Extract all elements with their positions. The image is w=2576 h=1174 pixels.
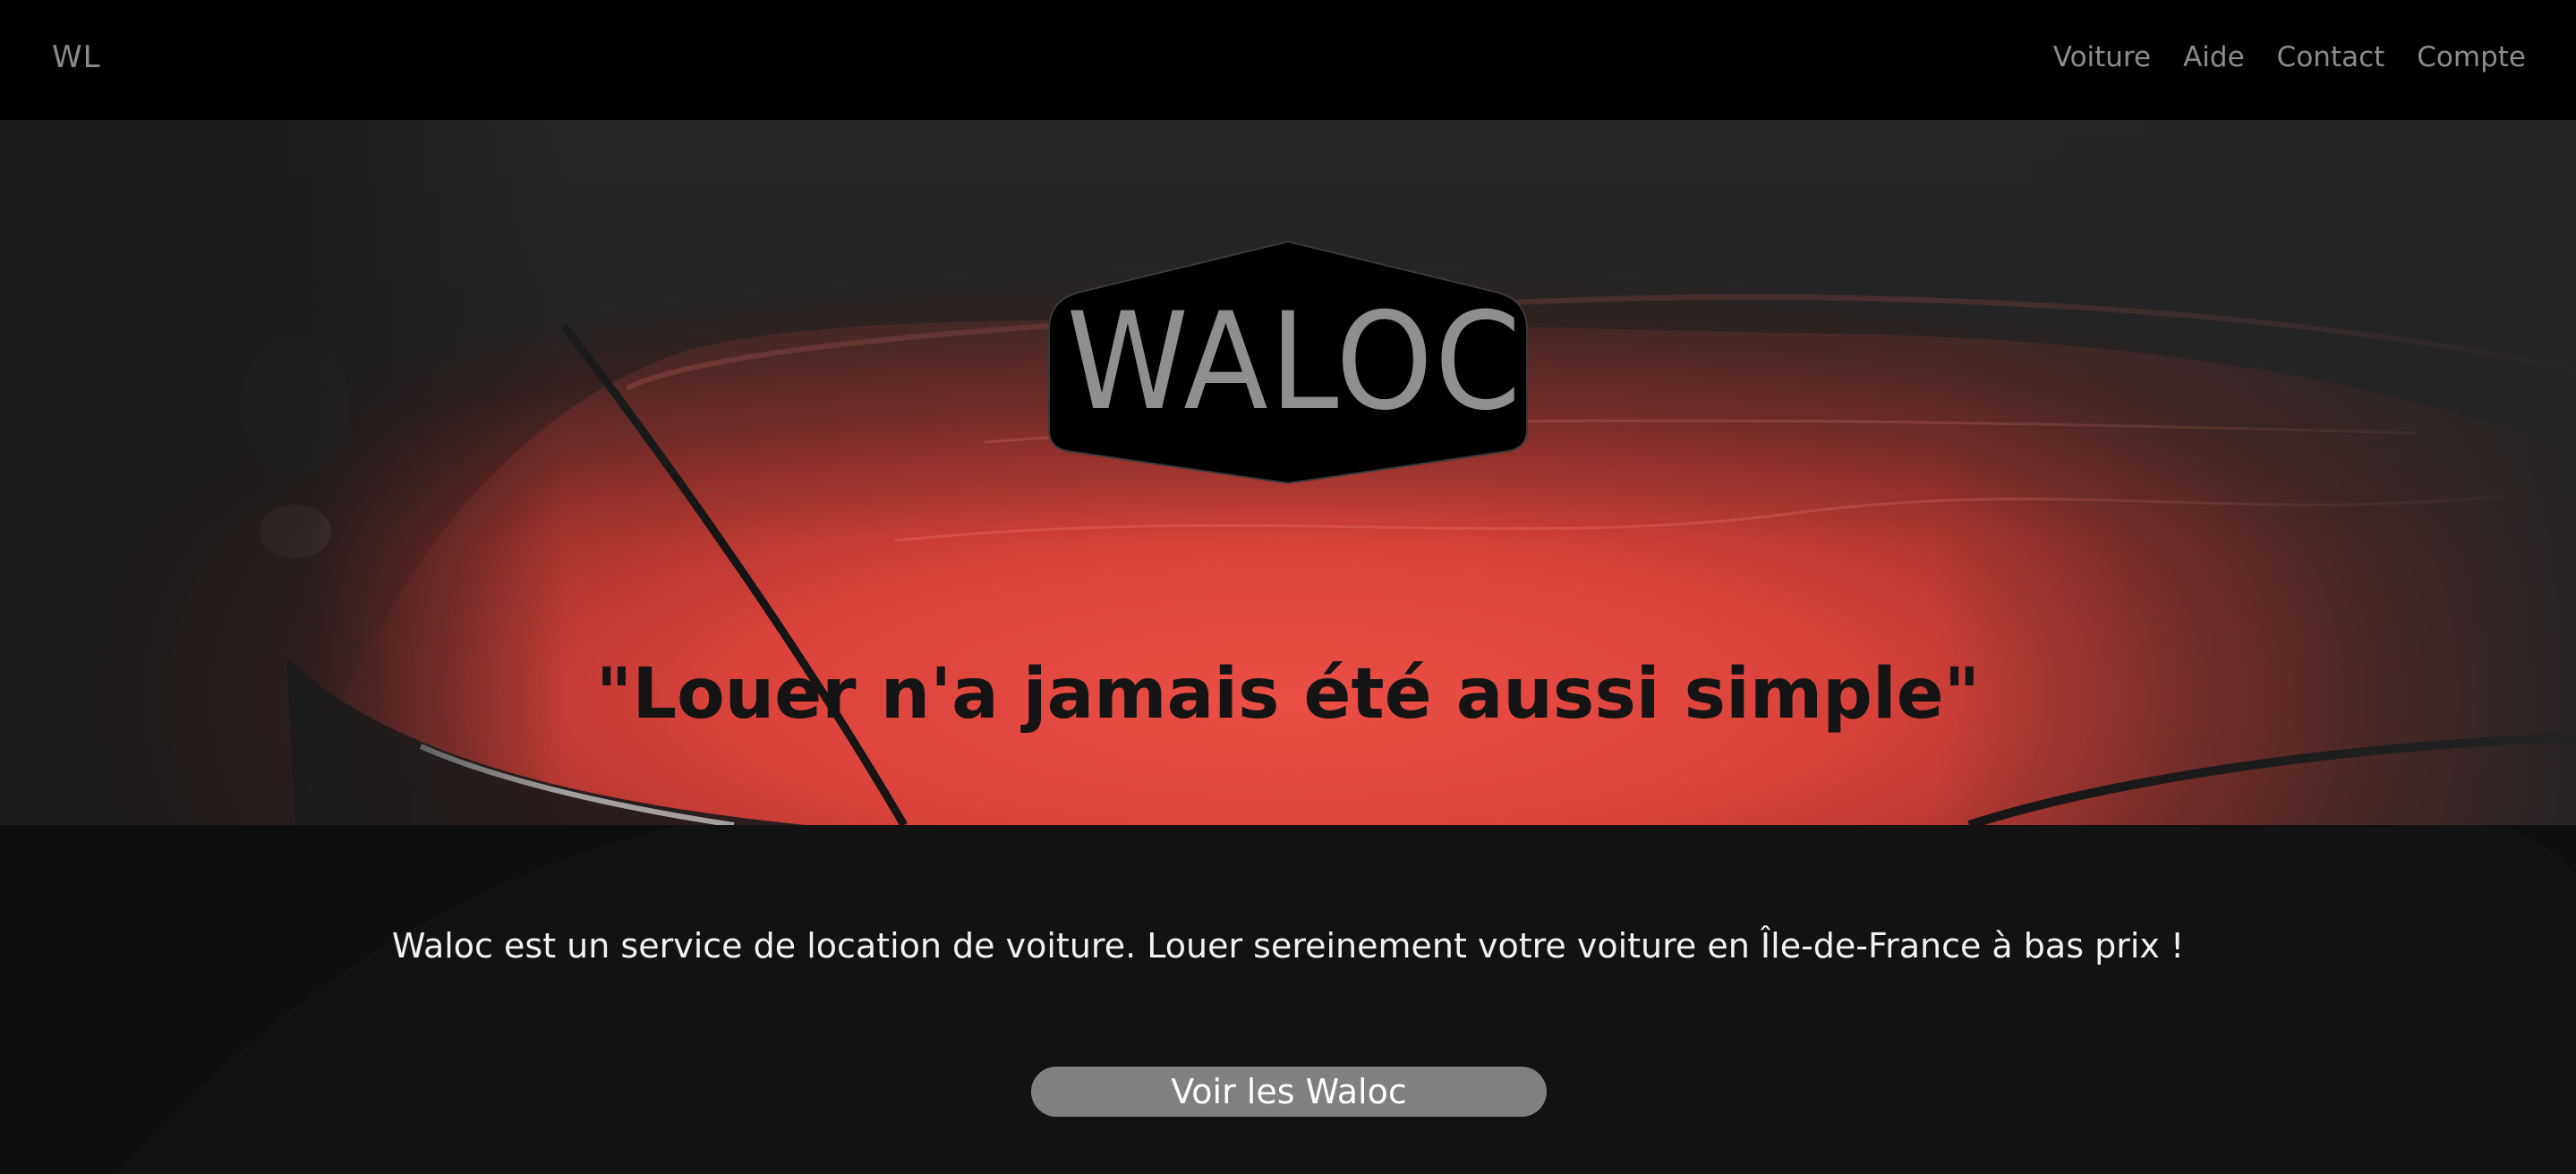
background-curve-decoration [0, 825, 2576, 1174]
main-nav: Voiture Aide Contact Compte [2053, 41, 2526, 73]
brand-logo-link[interactable]: WL [52, 39, 101, 75]
nav-link-aide[interactable]: Aide [2183, 41, 2245, 73]
logo-wordmark: WALOC [1066, 285, 1523, 440]
nav-link-contact[interactable]: Contact [2277, 41, 2385, 73]
hero-tagline: "Louer n'a jamais été aussi simple" [595, 654, 1981, 736]
hero-section: WALOC "Louer n'a jamais été aussi simple… [0, 120, 2576, 825]
top-navbar: WL Voiture Aide Contact Compte [0, 0, 2576, 120]
service-description: Waloc est un service de location de voit… [391, 926, 2185, 966]
info-section: Waloc est un service de location de voit… [0, 825, 2576, 1174]
page: WL Voiture Aide Contact Compte WALOC "Lo… [0, 0, 2576, 1174]
nav-link-voiture[interactable]: Voiture [2053, 41, 2151, 73]
nav-link-compte[interactable]: Compte [2417, 41, 2526, 73]
voir-les-waloc-button[interactable]: Voir les Waloc [1031, 1067, 1547, 1117]
